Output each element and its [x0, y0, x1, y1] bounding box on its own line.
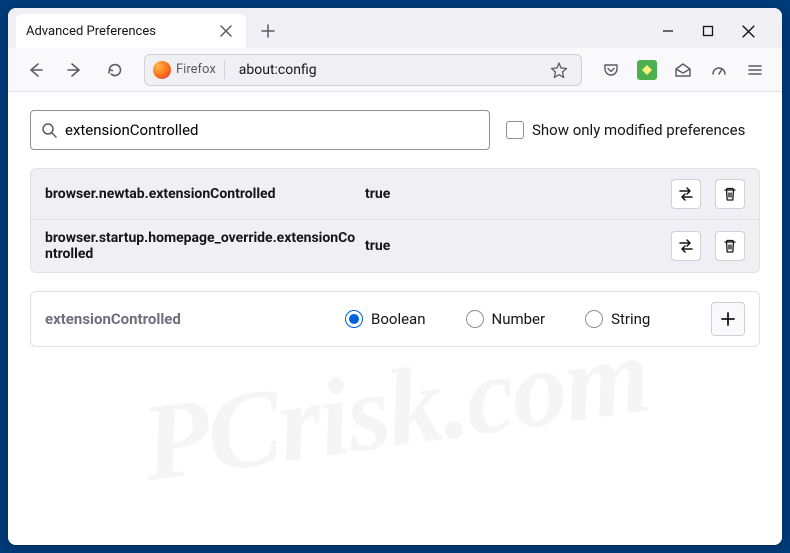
pref-list: browser.newtab.extensionControlled true …	[30, 168, 760, 273]
search-box[interactable]	[30, 110, 490, 150]
radio-label-text: String	[611, 310, 650, 328]
pref-actions	[671, 179, 745, 209]
mail-button[interactable]	[666, 53, 700, 87]
toolbar-right	[594, 53, 772, 87]
new-pref-name: extensionControlled	[45, 310, 345, 328]
plus-icon	[720, 311, 736, 327]
pref-value: true	[365, 238, 671, 254]
pref-value: true	[365, 186, 671, 202]
tab-close-button[interactable]	[216, 21, 236, 41]
pref-actions	[671, 231, 745, 261]
star-icon	[550, 61, 568, 79]
arrow-left-icon	[26, 61, 44, 79]
pref-row[interactable]: browser.startup.homepage_override.extens…	[31, 220, 759, 272]
trash-icon	[722, 186, 738, 202]
reload-icon	[106, 61, 124, 79]
close-window-button[interactable]	[734, 17, 762, 45]
url-bar[interactable]: Firefox about:config	[144, 54, 582, 86]
close-icon	[220, 25, 232, 37]
radio-label-text: Boolean	[371, 310, 426, 328]
tab-title: Advanced Preferences	[26, 24, 208, 39]
firefox-logo-icon	[153, 61, 171, 79]
pocket-icon	[602, 61, 620, 79]
type-radio-group: Boolean Number String	[345, 310, 711, 328]
titlebar: Advanced Preferences	[8, 8, 782, 48]
window-controls	[654, 17, 774, 45]
back-button[interactable]	[18, 53, 52, 87]
gauge-icon	[710, 61, 728, 79]
radio-dot-icon	[345, 310, 363, 328]
new-tab-button[interactable]	[252, 15, 284, 47]
pref-row[interactable]: browser.newtab.extensionControlled true	[31, 169, 759, 220]
hamburger-icon	[747, 62, 763, 78]
reload-button[interactable]	[98, 53, 132, 87]
arrow-right-icon	[66, 61, 84, 79]
toolbar: Firefox about:config	[8, 48, 782, 92]
gauge-button[interactable]	[702, 53, 736, 87]
checkbox-box-icon	[506, 121, 524, 139]
delete-button[interactable]	[715, 231, 745, 261]
url-actions	[545, 56, 573, 84]
filter-row: Show only modified preferences	[30, 110, 760, 150]
url-text[interactable]: about:config	[231, 62, 539, 78]
content-area: PCrisk.com Show only modified preference…	[8, 92, 782, 545]
radio-label-text: Number	[492, 310, 546, 328]
search-input[interactable]	[65, 121, 479, 139]
envelope-open-icon	[674, 61, 692, 79]
url-identity-label: Firefox	[176, 62, 216, 77]
maximize-button[interactable]	[694, 17, 722, 45]
minimize-icon	[662, 25, 674, 37]
toggle-button[interactable]	[671, 231, 701, 261]
pocket-button[interactable]	[594, 53, 628, 87]
plus-icon	[261, 24, 275, 38]
forward-button[interactable]	[58, 53, 92, 87]
toggle-button[interactable]	[671, 179, 701, 209]
close-icon	[742, 25, 755, 38]
browser-window: Advanced Preferences	[8, 8, 782, 545]
pref-name: browser.startup.homepage_override.extens…	[45, 230, 365, 262]
extension-badge-icon	[637, 60, 657, 80]
swap-arrows-icon	[677, 185, 695, 203]
app-menu-button[interactable]	[738, 53, 772, 87]
url-identity[interactable]: Firefox	[153, 61, 225, 79]
radio-dot-icon	[466, 310, 484, 328]
extension-button[interactable]	[630, 53, 664, 87]
trash-icon	[722, 238, 738, 254]
radio-string[interactable]: String	[585, 310, 650, 328]
swap-arrows-icon	[677, 237, 695, 255]
minimize-button[interactable]	[654, 17, 682, 45]
delete-button[interactable]	[715, 179, 745, 209]
bookmark-star-button[interactable]	[545, 56, 573, 84]
radio-boolean[interactable]: Boolean	[345, 310, 426, 328]
radio-dot-icon	[585, 310, 603, 328]
search-icon	[41, 122, 57, 138]
pref-name: browser.newtab.extensionControlled	[45, 186, 365, 202]
add-pref-button[interactable]	[711, 302, 745, 336]
new-pref-row: extensionControlled Boolean Number Strin…	[30, 291, 760, 347]
active-tab[interactable]: Advanced Preferences	[16, 14, 246, 48]
radio-number[interactable]: Number	[466, 310, 546, 328]
maximize-icon	[702, 25, 714, 37]
show-modified-checkbox[interactable]: Show only modified preferences	[506, 121, 745, 139]
show-modified-label: Show only modified preferences	[532, 121, 745, 139]
